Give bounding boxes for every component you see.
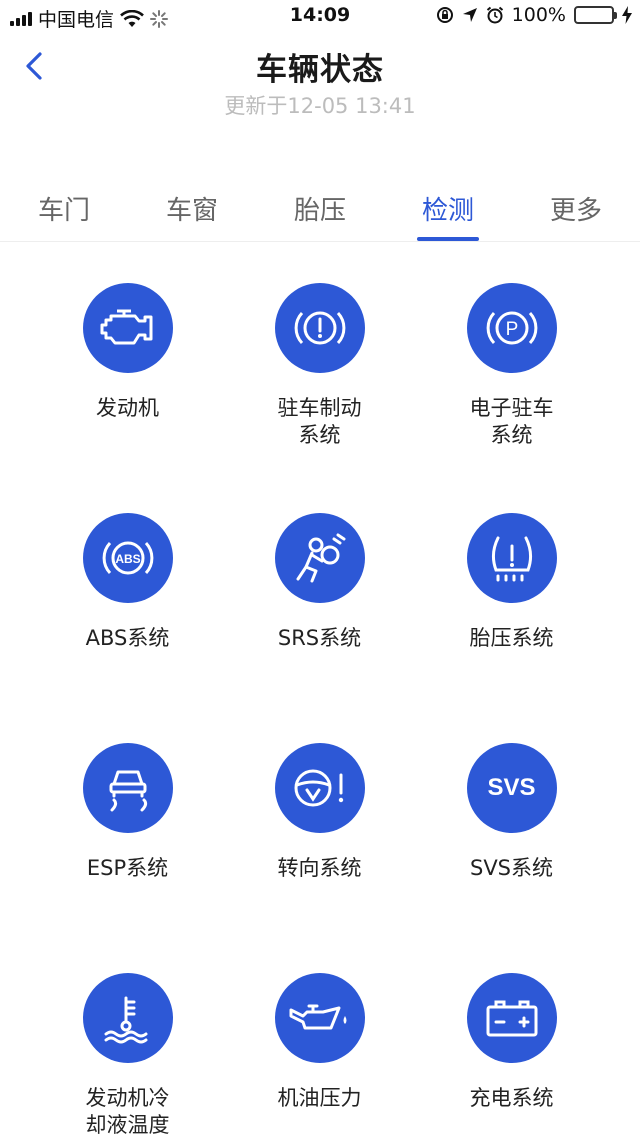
page-title: 车辆状态: [256, 52, 384, 88]
tire-pressure-icon: [466, 513, 557, 603]
battery-icon: [574, 6, 617, 24]
charging-bolt-icon: [622, 6, 632, 24]
grid-item-srs[interactable]: SRS系统: [213, 513, 426, 652]
item-label: 发动机冷 却液温度: [85, 1086, 170, 1137]
svs-icon: SVS: [466, 743, 557, 833]
esp-skid-icon: [82, 743, 173, 833]
item-label: 发动机: [96, 396, 159, 420]
item-label: 胎压系统: [469, 626, 554, 650]
status-right: 100%: [436, 4, 632, 26]
item-label: ABS系统: [85, 626, 170, 650]
tab-diagnostics[interactable]: 检测: [384, 190, 512, 227]
item-label: 充电系统: [469, 1086, 554, 1110]
orientation-lock-icon: [436, 7, 453, 23]
svg-text:ABS: ABS: [115, 552, 140, 566]
grid-item-steering[interactable]: 转向系统: [213, 743, 426, 882]
parking-brake-warning-icon: [274, 283, 365, 373]
tab-doors[interactable]: 车门: [0, 190, 128, 227]
item-label: 驻车制动 系统: [277, 396, 362, 447]
grid-item-parking-brake[interactable]: 驻车制动 系统: [213, 283, 426, 449]
engine-icon: [82, 283, 173, 373]
grid-item-charging[interactable]: 充电系统: [405, 973, 618, 1112]
active-tab-indicator: [417, 237, 479, 241]
grid-item-coolant-temp[interactable]: 发动机冷 却液温度: [21, 973, 234, 1138]
electronic-parking-icon: P: [466, 283, 557, 373]
item-label: 机油压力: [277, 1086, 362, 1110]
grid-item-oil-pressure[interactable]: 机油压力: [213, 973, 426, 1112]
abs-icon: ABS: [82, 513, 173, 603]
svg-text:P: P: [505, 319, 518, 340]
item-label: SRS系统: [277, 626, 362, 650]
airbag-icon: [274, 513, 365, 603]
tab-more[interactable]: 更多: [512, 190, 640, 227]
grid-item-electronic-parking[interactable]: P 电子驻车 系统: [405, 283, 618, 449]
item-label: ESP系统: [86, 856, 169, 880]
item-label: 转向系统: [277, 856, 362, 880]
item-label: SVS系统: [469, 856, 554, 880]
battery-percent: 100%: [511, 4, 566, 26]
oil-pressure-icon: [274, 973, 365, 1063]
location-icon: [462, 8, 477, 22]
tab-tire-pressure[interactable]: 胎压: [256, 190, 384, 227]
update-timestamp: 更新于12-05 13:41: [224, 94, 416, 118]
tab-bar: 车门 车窗 胎压 检测 更多: [0, 186, 640, 242]
grid-item-svs[interactable]: SVS SVS系统: [405, 743, 618, 882]
grid-item-esp[interactable]: ESP系统: [21, 743, 234, 882]
status-bar: 中国电信 14:09 100%: [0, 0, 640, 34]
grid-item-tire-pressure[interactable]: 胎压系统: [405, 513, 618, 652]
alarm-icon: [486, 6, 503, 24]
status-grid: 发动机 驻车制动 系统 P 电子驻车 系统 ABS ABS系统 SRS系统 胎压…: [0, 243, 640, 1138]
tab-windows[interactable]: 车窗: [128, 190, 256, 227]
steering-warning-icon: [274, 743, 365, 833]
grid-item-abs[interactable]: ABS ABS系统: [21, 513, 234, 652]
battery-charge-icon: [466, 973, 557, 1063]
coolant-temp-icon: [82, 973, 173, 1063]
grid-item-engine[interactable]: 发动机: [21, 283, 234, 422]
item-label: 电子驻车 系统: [469, 396, 554, 447]
